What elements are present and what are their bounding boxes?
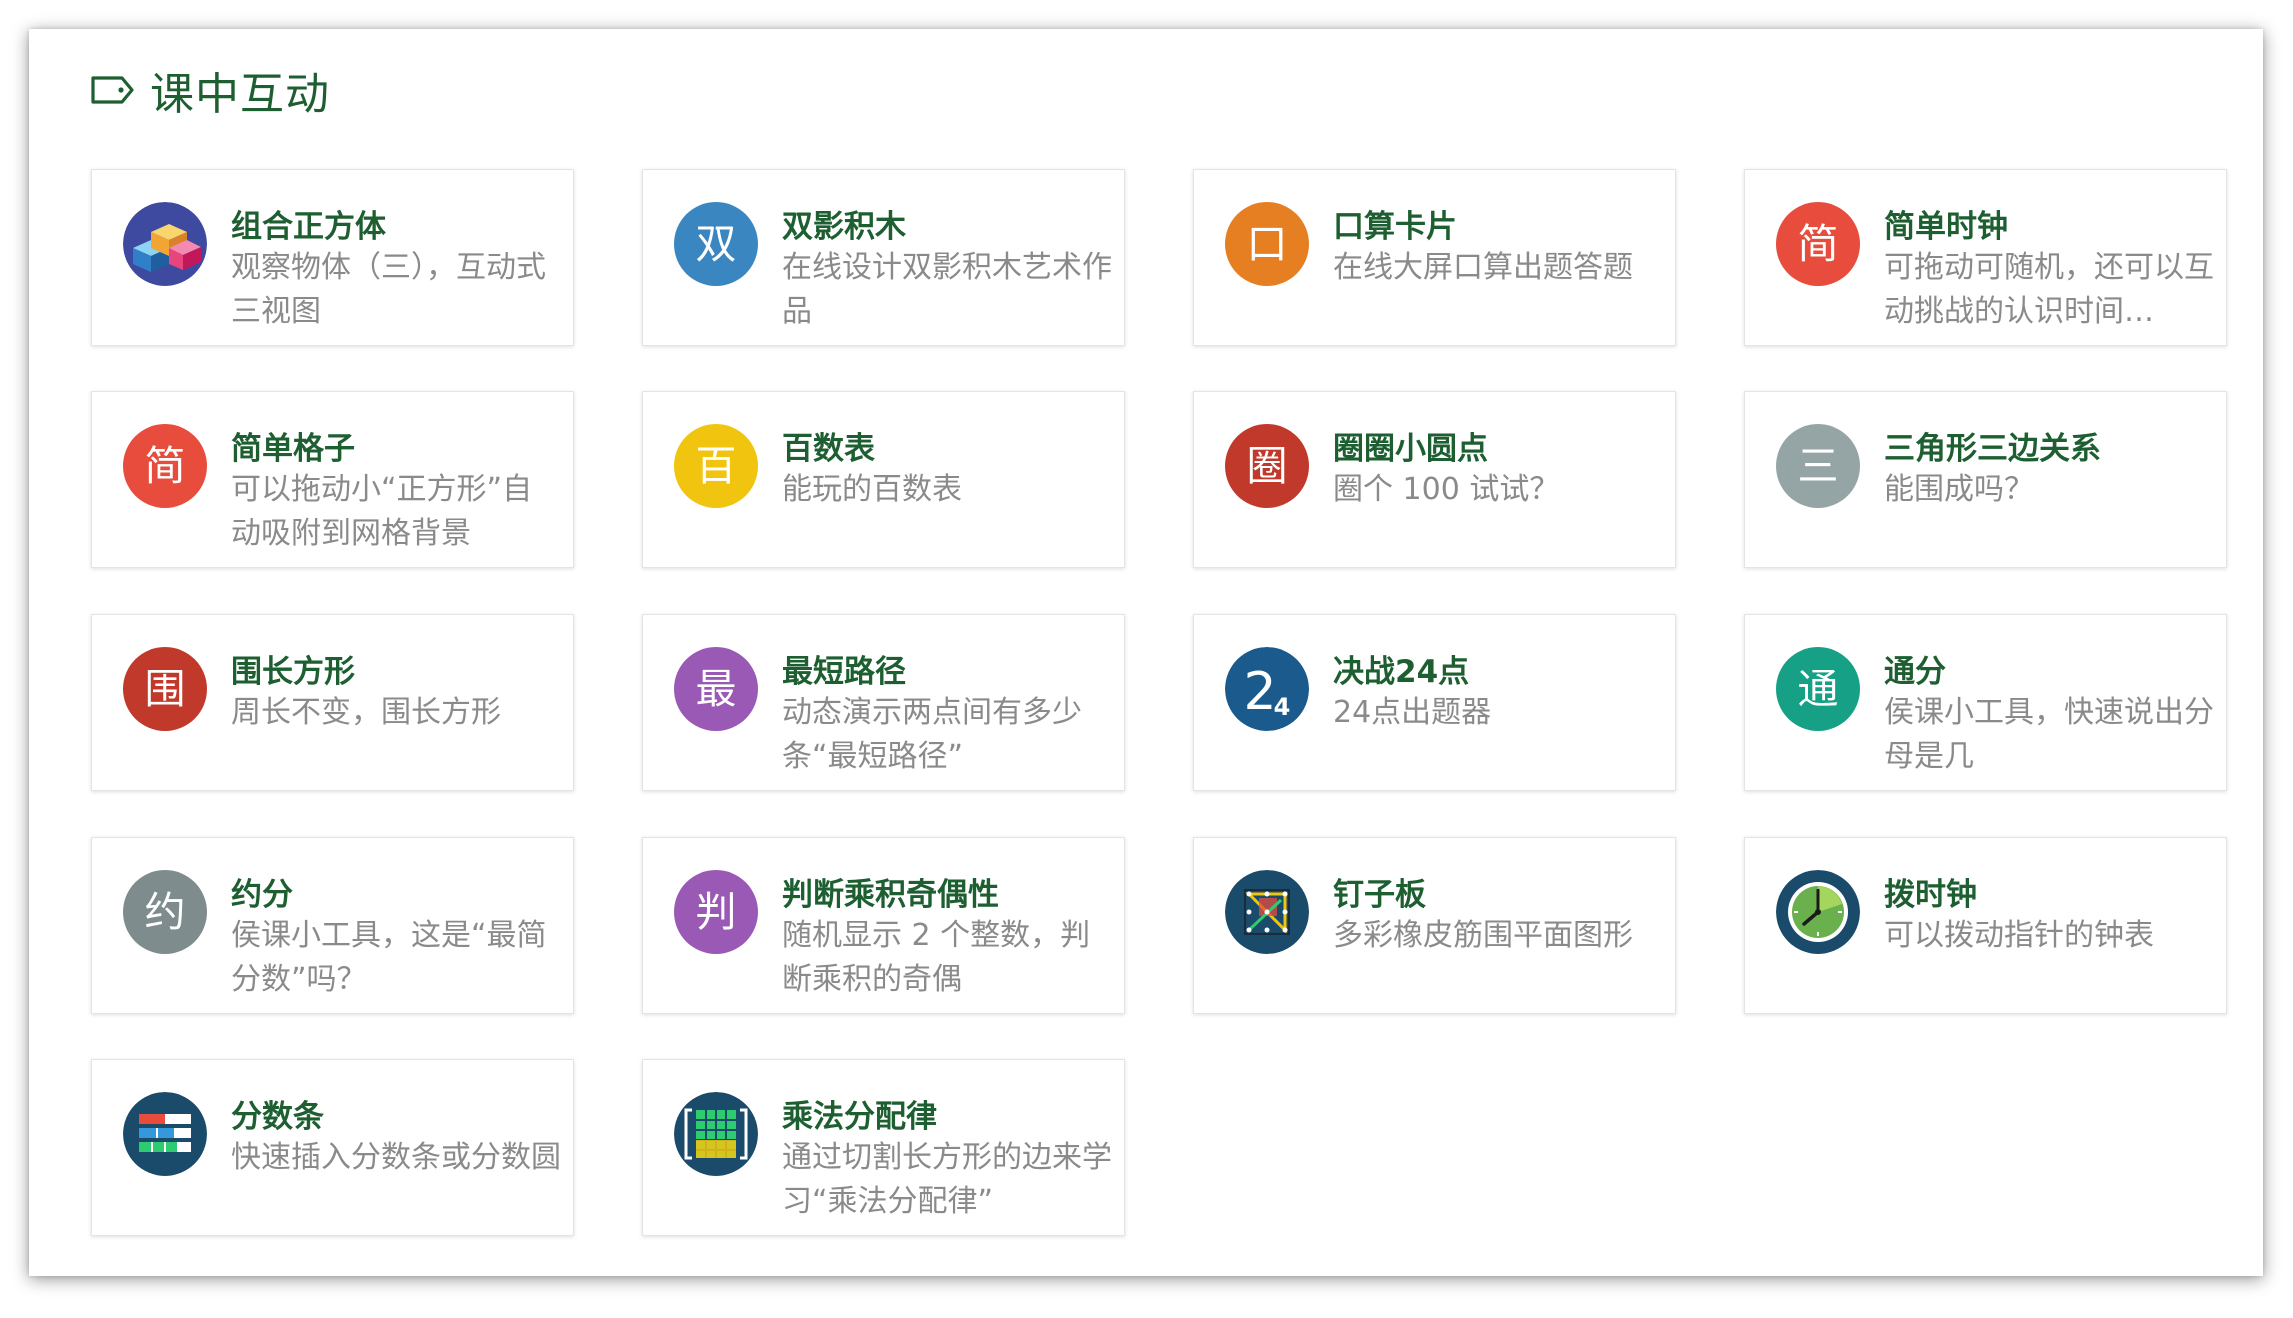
letter-icon: 通 — [1776, 647, 1860, 731]
tool-title: 围长方形 — [231, 654, 355, 690]
tool-title: 简单格子 — [231, 431, 355, 467]
letter-icon: 简 — [1776, 202, 1860, 286]
tool-description: 可拖动可随机，还可以互动挑战的认识时间… — [1884, 250, 2214, 329]
letter-icon: 双 — [674, 202, 758, 286]
tool-description: 在线设计双影积木艺术作品 — [782, 250, 1112, 329]
svg-text:2: 2 — [1243, 662, 1276, 722]
letter-icon: 三 — [1776, 424, 1860, 508]
tool-title: 分数条 — [231, 1099, 324, 1135]
tool-title: 决战24点 — [1333, 654, 1470, 690]
tool-title: 圈圈小圆点 — [1333, 431, 1488, 467]
tag-icon — [91, 76, 134, 104]
tool-title: 百数表 — [782, 431, 875, 467]
tool-description: 可以拨动指针的钟表 — [1884, 918, 2154, 953]
panel-title: 课中互动 — [150, 69, 330, 120]
tool-card[interactable]: 通通分侯课小工具，快速说出分母是几 — [1744, 614, 2227, 791]
tool-card[interactable]: 双双影积木在线设计双影积木艺术作品 — [642, 169, 1125, 346]
tool-description: 多彩橡皮筋围平面图形 — [1333, 918, 1633, 953]
tool-description: 随机显示 2 个整数，判断乘积的奇偶 — [782, 918, 1091, 997]
pegboard-icon — [1225, 870, 1309, 954]
tool-card[interactable]: 围围长方形周长不变，围长方形 — [91, 614, 574, 791]
tool-description: 侯课小工具，这是“最简分数”吗？ — [231, 918, 547, 997]
tool-title: 通分 — [1884, 654, 1946, 690]
tool-card[interactable]: 2 4 决战24点 24点出题器 — [1193, 614, 1676, 791]
cube-blocks-icon — [123, 202, 207, 286]
tool-title: 三角形三边关系 — [1884, 431, 2101, 467]
tool-description: 快速插入分数条或分数圆 — [231, 1140, 561, 1175]
tool-title: 组合正方体 — [231, 209, 386, 245]
tool-title: 钉子板 — [1333, 877, 1426, 913]
tool-card[interactable]: 乘法分配律通过切割长方形的边来学习“乘法分配律” — [642, 1059, 1125, 1236]
letter-icon: 最 — [674, 647, 758, 731]
tool-card[interactable]: 判判断乘积奇偶性随机显示 2 个整数，判断乘积的奇偶 — [642, 837, 1125, 1014]
fraction-bars-icon — [123, 1092, 207, 1176]
letter-icon: 约 — [123, 870, 207, 954]
tool-card[interactable]: 最最短路径动态演示两点间有多少条“最短路径” — [642, 614, 1125, 791]
tool-card[interactable]: 圈圈圈小圆点圈个 100 试试？ — [1193, 391, 1676, 568]
tool-card[interactable]: 组合正方体观察物体（三），互动式三视图 — [91, 169, 574, 346]
interactive-tools-panel: 课中互动 组合正方体 观察物体（三），互动式三视图双双影积木 在线设计双影积木艺术作… — [29, 29, 2263, 1276]
tool-card[interactable]: 分数条快速插入分数条或分数圆 — [91, 1059, 574, 1236]
tool-description: 能围成吗？ — [1884, 472, 2034, 507]
tool-description: 侯课小工具，快速说出分母是几 — [1884, 695, 2214, 774]
tool-description: 24点出题器 — [1333, 695, 1492, 730]
tool-card[interactable]: 简简单时钟可拖动可随机，还可以互动挑战的认识时间… — [1744, 169, 2227, 346]
tool-title: 双影积木 — [782, 209, 906, 245]
tool-title: 拨时钟 — [1884, 877, 1977, 913]
tool-card[interactable]: 百百数表能玩的百数表 — [642, 391, 1125, 568]
tool-description: 在线大屏口算出题答题 — [1333, 250, 1633, 285]
tool-card[interactable]: 三三角形三边关系 能围成吗？ — [1744, 391, 2227, 568]
tool-title: 口算卡片 — [1333, 209, 1457, 245]
letter-icon: 百 — [674, 424, 758, 508]
letter-icon: 圈 — [1225, 424, 1309, 508]
tool-card[interactable]: 钉子板多彩橡皮筋围平面图形 — [1193, 837, 1676, 1014]
letter-icon: 简 — [123, 424, 207, 508]
tool-description: 可以拖动小“正方形”自动吸附到网格背景 — [231, 472, 533, 551]
tool-title: 判断乘积奇偶性 — [782, 877, 999, 913]
tool-title: 最短路径 — [782, 654, 906, 690]
tool-description: 观察物体（三），互动式三视图 — [231, 250, 546, 329]
tool-card[interactable]: 约约分侯课小工具，这是“最简分数”吗？ — [91, 837, 574, 1014]
svg-text:4: 4 — [1274, 693, 1291, 721]
grid-matrix-icon — [674, 1092, 758, 1176]
tool-title: 乘法分配律 — [782, 1099, 937, 1135]
tool-card[interactable]: 口口算卡片在线大屏口算出题答题 — [1193, 169, 1676, 346]
tool-card[interactable]: 拨时钟可以拨动指针的钟表 — [1744, 837, 2227, 1014]
tool-description: 圈个 100 试试？ — [1333, 472, 1560, 507]
tool-description: 动态演示两点间有多少条“最短路径” — [782, 695, 1082, 774]
tool-description: 周长不变，围长方形 — [231, 695, 501, 730]
tool-title: 简单时钟 — [1884, 209, 2008, 245]
letter-icon: 围 — [123, 647, 207, 731]
tool-description: 能玩的百数表 — [782, 472, 962, 507]
tool-description: 通过切割长方形的边来学习“乘法分配律” — [782, 1140, 1112, 1219]
clock-icon — [1776, 870, 1860, 954]
number-24-icon: 2 4 — [1225, 647, 1309, 731]
panel-header: 课中互动 — [89, 55, 330, 125]
letter-icon: 口 — [1225, 202, 1309, 286]
tool-title: 约分 — [231, 877, 293, 913]
letter-icon: 判 — [674, 870, 758, 954]
tool-card[interactable]: 简简单格子可以拖动小“正方形”自动吸附到网格背景 — [91, 391, 574, 568]
